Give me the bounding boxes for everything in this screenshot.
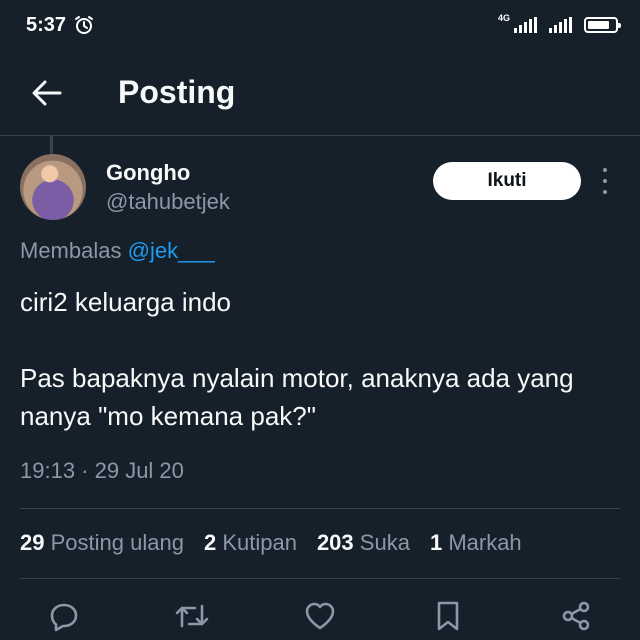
post-author-row: Gongho @tahubetjek Ikuti [20,154,624,224]
alarm-icon [75,16,94,34]
replying-to: Membalas @jek___ [20,238,215,264]
stat-label: Suka [359,530,410,555]
stat-value: 1 [429,530,443,555]
signal-icon [549,17,572,33]
repost-icon [175,604,209,628]
stat-value: 29 [20,530,45,555]
action-bar [0,598,640,640]
share-button[interactable] [558,598,594,634]
repost-button[interactable] [174,598,210,634]
top-app-bar: Posting [0,50,640,136]
battery-icon [584,17,621,33]
post-text: ciri2 keluarga indo Pas bapaknya nyalain… [20,283,620,435]
share-icon [562,601,590,631]
reply-prefix: Membalas [20,238,122,263]
stat-quotes[interactable]: 2 Kutipan [204,530,297,556]
stat-label: Posting ulang [50,530,184,555]
bookmark-icon [437,601,459,631]
reply-mention-link[interactable]: @jek___ [128,238,215,263]
network-label: 4G [497,13,510,23]
back-button[interactable] [24,70,70,116]
stat-likes[interactable]: 203 Suka [317,530,410,556]
stat-value: 203 [316,530,354,555]
stat-bookmarks[interactable]: 1 Markah [430,530,522,556]
author-display-name[interactable]: Gongho [106,160,190,186]
post-text-line: Pas bapaknya nyalain motor, anaknya ada … [20,363,574,431]
arrow-left-icon [32,80,62,105]
reply-icon [50,603,78,632]
like-icon [305,602,335,630]
stat-label: Markah [448,530,522,555]
signal-4g-icon: 4G [498,13,537,33]
thread-connector-line [50,136,53,154]
status-left: 5:37 [26,14,94,37]
reply-button[interactable] [46,598,82,634]
stat-value: 2 [203,530,217,555]
status-bar: 5:37 4G [0,0,640,50]
like-button[interactable] [302,598,338,634]
author-handle[interactable]: @tahubetjek [106,189,230,215]
follow-button[interactable]: Ikuti [433,162,581,200]
post-stats: 29 Posting ulang 2 Kutipan 203 Suka 1 Ma… [20,530,522,556]
avatar[interactable] [20,154,86,220]
clock: 5:37 [26,13,67,36]
more-vertical-icon[interactable] [598,168,612,194]
divider [20,578,620,579]
stat-label: Kutipan [222,530,297,555]
status-right: 4G [498,13,621,33]
post-text-line: ciri2 keluarga indo [20,287,232,317]
divider [20,508,620,509]
post-timestamp[interactable]: 19:13 · 29 Jul 20 [20,458,184,484]
bookmark-button[interactable] [430,598,466,634]
page-title: Posting [118,74,236,110]
stat-reposts[interactable]: 29 Posting ulang [20,530,184,556]
